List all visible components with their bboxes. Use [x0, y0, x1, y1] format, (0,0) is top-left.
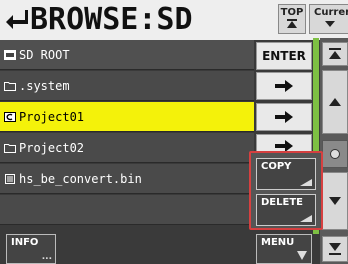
enter-button[interactable]: ENTER — [256, 42, 312, 70]
arrow-right-icon — [275, 80, 293, 92]
thumb-circle-icon — [330, 149, 340, 159]
copy-label: COPY — [261, 161, 292, 172]
scroll-up-icon — [329, 98, 341, 106]
delete-label: DELETE — [261, 197, 303, 208]
arrow-right-icon — [275, 111, 293, 123]
top-label: TOP — [280, 7, 304, 18]
page-title: BROWSE:SD — [30, 2, 193, 37]
scroll-bottom-icon — [329, 243, 341, 255]
scroll-thumb[interactable] — [322, 140, 348, 168]
list-item[interactable]: .system — [0, 71, 254, 101]
list-item-label: hs_be_convert.bin — [19, 171, 142, 186]
current-folder-icon — [4, 111, 16, 122]
sd-card-icon — [4, 49, 16, 60]
menu-label: MENU — [261, 237, 295, 248]
top-button[interactable]: TOP — [278, 4, 306, 34]
scroll-down-button[interactable] — [322, 172, 348, 230]
list-item[interactable]: Project02 — [0, 133, 254, 163]
delete-button[interactable]: DELETE — [256, 194, 316, 226]
info-label: INFO — [11, 237, 39, 248]
browse-screen: BROWSE:SD TOP Current SD ROOT .system — [0, 0, 348, 264]
menu-dropdown-icon — [297, 251, 307, 260]
action-popup: COPY DELETE — [249, 151, 323, 230]
copy-button[interactable]: COPY — [256, 158, 316, 190]
scroll-bottom-button[interactable] — [322, 236, 348, 262]
list-item-label: .system — [19, 78, 70, 93]
corner-arrow-icon — [300, 179, 312, 186]
back-button[interactable] — [4, 4, 30, 34]
list-item[interactable]: hs_be_convert.bin — [0, 164, 254, 194]
return-arrow-icon — [6, 10, 28, 29]
current-label: Current — [314, 7, 348, 18]
folder-icon — [4, 143, 16, 153]
open-item-button[interactable] — [256, 103, 312, 131]
corner-arrow-icon — [300, 215, 312, 222]
scroll-top-icon — [329, 48, 341, 59]
open-item-button[interactable] — [256, 72, 312, 100]
list-item-sd-root[interactable]: SD ROOT — [0, 40, 254, 70]
chevron-down-icon — [325, 21, 335, 27]
list-item-empty — [0, 195, 254, 225]
list-item-selected[interactable]: Project01 — [0, 102, 254, 132]
list-item-label: SD ROOT — [19, 47, 70, 62]
menu-button[interactable]: MENU — [256, 234, 312, 264]
folder-icon — [4, 81, 16, 91]
scroll-down-icon — [329, 197, 341, 205]
open-item-button[interactable] — [256, 134, 312, 152]
list-item-label: Project02 — [19, 140, 85, 155]
scroll-top-button[interactable] — [322, 42, 348, 66]
file-icon — [5, 173, 15, 184]
scroll-up-button[interactable] — [322, 70, 348, 134]
info-more-indicator: ... — [41, 252, 52, 262]
info-button[interactable]: INFO ... — [6, 234, 56, 264]
top-arrow-icon — [287, 19, 297, 28]
header-bar: BROWSE:SD TOP Current — [0, 0, 348, 40]
list-item-label: Project01 — [19, 109, 85, 124]
current-button[interactable]: Current — [309, 4, 348, 34]
